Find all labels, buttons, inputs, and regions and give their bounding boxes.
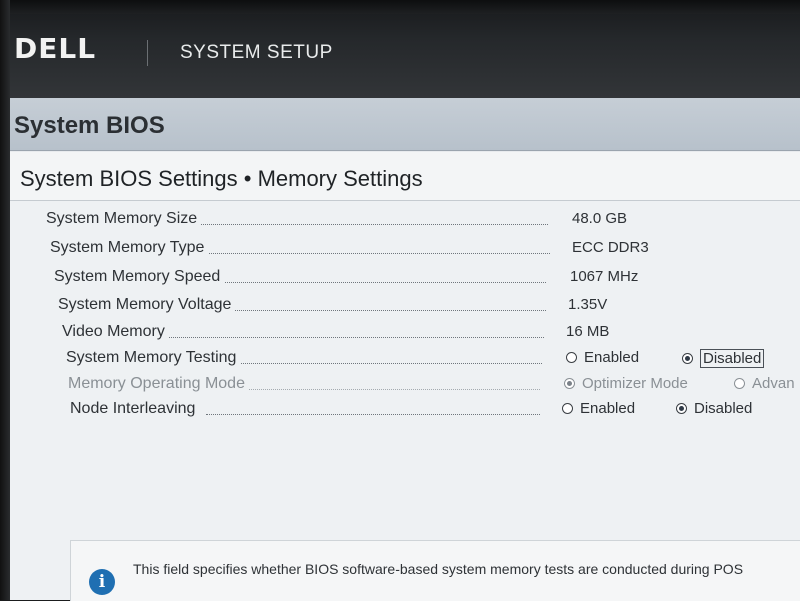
option-label: Enabled [580,400,636,417]
monitor-bezel [0,0,10,600]
leader-dots [206,253,550,254]
row-label: System Memory Testing [66,349,241,367]
row-label: System Memory Speed [54,268,225,286]
operating-mode-advanced-radio: Advan [734,375,795,392]
row-label: System Memory Size [46,210,202,228]
leader-dots [236,363,542,364]
leader-dots [196,224,548,225]
option-label: Enabled [584,349,640,366]
memory-testing-enabled-radio[interactable]: Enabled [566,349,639,366]
header-divider [147,40,148,66]
radio-checked-icon [676,403,687,414]
leader-dots [230,310,546,311]
page-title: System BIOS [14,112,165,139]
help-text: This field specifies whether BIOS softwa… [133,561,744,577]
row-label: Node Interleaving [70,400,200,418]
dell-logo: DELL [14,32,97,65]
row-system-memory-voltage: System Memory Voltage 1.35V [6,296,800,318]
row-label: System Memory Voltage [58,296,236,314]
app-title: SYSTEM SETUP [180,42,333,63]
row-label: System Memory Type [50,239,209,257]
radio-checked-icon [682,353,693,364]
info-icon: i [89,569,115,595]
panel-title: System BIOS Settings • Memory Settings [20,166,423,191]
leader-dots [206,414,540,415]
option-label: Optimizer Mode [582,375,688,392]
radio-unchecked-icon [562,403,573,414]
radio-unchecked-icon [734,378,745,389]
row-label: Video Memory [62,323,169,341]
header-bar: DELL SYSTEM SETUP [0,0,800,98]
node-interleaving-enabled-radio[interactable]: Enabled [562,400,635,417]
row-system-memory-testing: System Memory Testing Enabled Disabled [6,349,800,371]
leader-dots [156,337,544,338]
panel-header: System BIOS Settings • Memory Settings [6,152,800,201]
row-label: Memory Operating Mode [68,375,249,393]
row-system-memory-speed: System Memory Speed 1067 MHz [6,268,800,290]
page-title-band: System BIOS [0,98,800,151]
option-label: Disabled [700,349,765,368]
operating-mode-optimizer-radio: Optimizer Mode [564,375,688,392]
memory-testing-disabled-radio[interactable]: Disabled [682,349,765,368]
row-value: ECC DDR3 [572,239,649,256]
row-system-memory-type: System Memory Type ECC DDR3 [6,239,800,261]
help-bar: i This field specifies whether BIOS soft… [70,540,800,601]
radio-checked-icon [564,378,575,389]
option-label: Advan [752,375,795,392]
leader-dots [216,282,546,283]
option-label: Disabled [694,400,753,417]
node-interleaving-disabled-radio[interactable]: Disabled [676,400,752,417]
row-node-interleaving: Node Interleaving Enabled Disabled [6,400,800,422]
row-value: 48.0 GB [572,210,628,227]
radio-unchecked-icon [566,352,577,363]
row-video-memory: Video Memory 16 MB [6,323,800,345]
settings-panel: System BIOS Settings • Memory Settings S… [6,152,800,600]
row-system-memory-size: System Memory Size 48.0 GB [6,210,800,232]
row-value: 16 MB [566,323,610,340]
row-memory-operating-mode: Memory Operating Mode Optimizer Mode Adv… [6,375,800,397]
row-value: 1.35V [568,296,608,313]
leader-dots [246,389,540,390]
row-value: 1067 MHz [570,268,639,285]
bios-screen: DELL SYSTEM SETUP System BIOS System BIO… [0,0,800,601]
header-top-shade [0,0,800,14]
